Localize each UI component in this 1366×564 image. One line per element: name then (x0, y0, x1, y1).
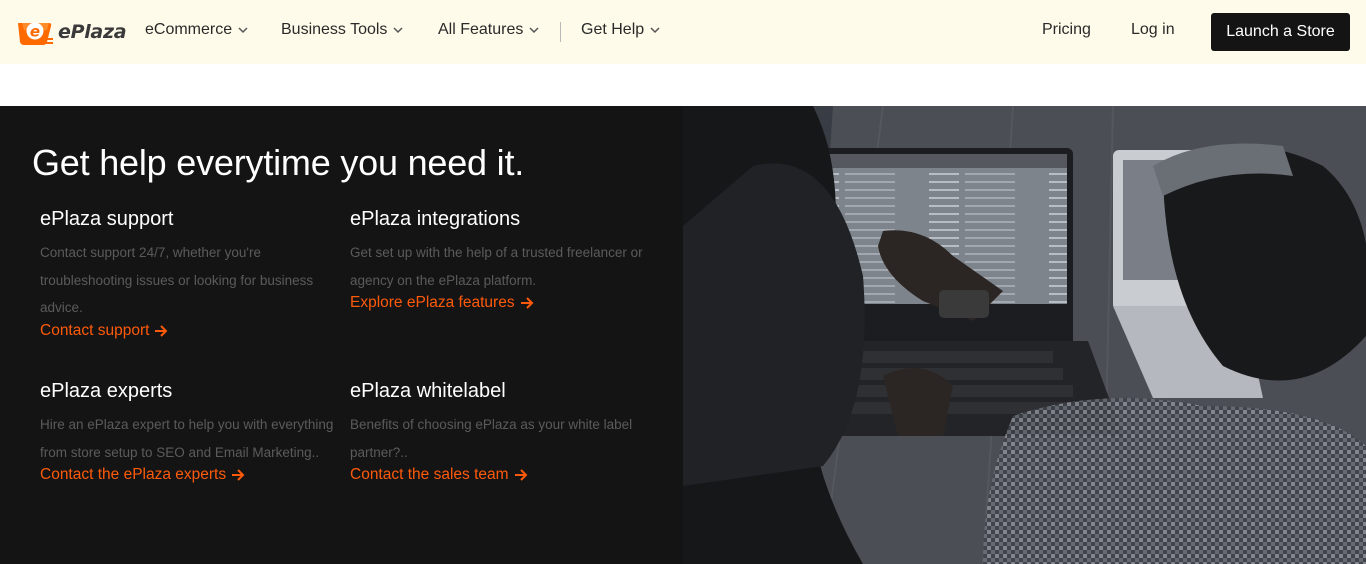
nav-divider (560, 22, 561, 42)
arrow-right-icon (514, 469, 527, 481)
arrow-right-icon (520, 297, 533, 309)
shopping-bag-logo-icon: e (16, 18, 54, 46)
card-integrations: ePlaza integrations Get set up with the … (350, 208, 650, 312)
card-experts-body: Hire an ePlaza expert to help you with e… (40, 417, 334, 460)
nav-ecommerce[interactable]: eCommerce (145, 21, 248, 39)
contact-experts-link[interactable]: Contact the ePlaza experts (40, 466, 245, 484)
card-integrations-title: ePlaza integrations (350, 208, 521, 230)
help-section-title: Get help everytime you need it. (32, 142, 525, 183)
explore-features-link[interactable]: Explore ePlaza features (350, 294, 534, 312)
card-whitelabel: ePlaza whitelabel Benefits of choosing e… (350, 380, 650, 484)
chevron-down-icon (529, 27, 539, 34)
chevron-down-icon (650, 27, 660, 34)
contact-support-link-label: Contact support (40, 321, 150, 339)
contact-sales-link[interactable]: Contact the sales team (350, 466, 528, 484)
nav-all-features-label: All Features (438, 21, 524, 38)
nav-business-tools[interactable]: Business Tools (281, 21, 403, 39)
top-navigation: e ePlaza eCommerce Business Tools All Fe… (0, 0, 1366, 64)
chevron-down-icon (393, 27, 403, 34)
card-experts: ePlaza experts Hire an ePlaza expert to … (40, 380, 340, 484)
nav-pricing-link[interactable]: Pricing (1042, 21, 1091, 39)
team-laptop-photo (683, 106, 1366, 564)
nav-get-help[interactable]: Get Help (581, 21, 660, 39)
nav-all-features[interactable]: All Features (438, 21, 539, 39)
brand-name: ePlaza (58, 21, 127, 43)
explore-features-link-label: Explore ePlaza features (350, 294, 515, 311)
arrow-right-icon (155, 324, 168, 337)
chevron-down-icon (238, 27, 248, 34)
card-experts-title: ePlaza experts (40, 380, 173, 402)
card-support-body: Contact support 24/7, whether you're tro… (40, 245, 314, 315)
card-whitelabel-title: ePlaza whitelabel (350, 380, 506, 402)
svg-text:e: e (30, 23, 40, 41)
card-whitelabel-body: Benefits of choosing ePlaza as your whit… (350, 417, 633, 460)
nav-business-tools-label: Business Tools (281, 21, 388, 38)
card-support-title: ePlaza support (40, 208, 174, 230)
contact-experts-link-label: Contact the ePlaza experts (40, 466, 227, 483)
launch-store-button[interactable]: Launch a Store (1211, 13, 1350, 51)
brand-logo[interactable]: e ePlaza (16, 18, 127, 46)
contact-support-link[interactable]: Contact support (40, 322, 168, 340)
card-integrations-body: Get set up with the help of a trusted fr… (350, 245, 643, 288)
arrow-right-icon (232, 469, 245, 481)
nav-login-link[interactable]: Log in (1131, 21, 1175, 39)
contact-sales-link-label: Contact the sales team (350, 466, 509, 483)
help-section: Get help everytime you need it. ePlaza s… (0, 106, 1366, 564)
card-support: ePlaza support Contact support 24/7, whe… (40, 208, 340, 340)
nav-get-help-label: Get Help (581, 21, 645, 38)
nav-ecommerce-label: eCommerce (145, 21, 233, 38)
